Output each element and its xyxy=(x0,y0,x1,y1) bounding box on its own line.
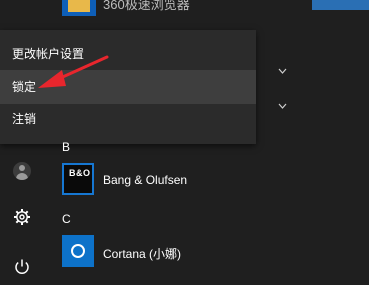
app-label-bang-olufsen[interactable]: Bang & Olufsen xyxy=(103,173,187,187)
app-tile-cortana[interactable] xyxy=(62,235,94,267)
folder-icon xyxy=(68,0,90,12)
menu-item-change-account-settings[interactable]: 更改帐户设置 xyxy=(0,37,256,71)
menu-item-lock[interactable]: 锁定 xyxy=(0,70,256,104)
user-avatar-icon[interactable] xyxy=(13,162,31,180)
power-icon[interactable] xyxy=(13,258,31,276)
live-tile-strip[interactable] xyxy=(312,0,369,10)
app-label-cortana[interactable]: Cortana (小娜) xyxy=(103,245,181,262)
app-tile-bang-olufsen[interactable]: B&O xyxy=(62,163,94,195)
app-tile-360-browser[interactable] xyxy=(62,0,96,16)
app-label-360-browser[interactable]: 360极速浏览器 xyxy=(103,0,190,13)
menu-item-sign-out[interactable]: 注销 xyxy=(0,102,256,136)
account-context-menu: 更改帐户设置 锁定 注销 xyxy=(0,30,256,144)
section-header-c[interactable]: C xyxy=(62,212,71,226)
cortana-ring-icon xyxy=(71,244,85,258)
chevron-down-icon[interactable] xyxy=(278,68,287,74)
settings-gear-icon[interactable] xyxy=(13,208,31,226)
bang-olufsen-logo: B&O xyxy=(69,168,91,178)
section-header-b[interactable]: B xyxy=(62,140,70,154)
chevron-down-icon[interactable] xyxy=(278,103,287,109)
